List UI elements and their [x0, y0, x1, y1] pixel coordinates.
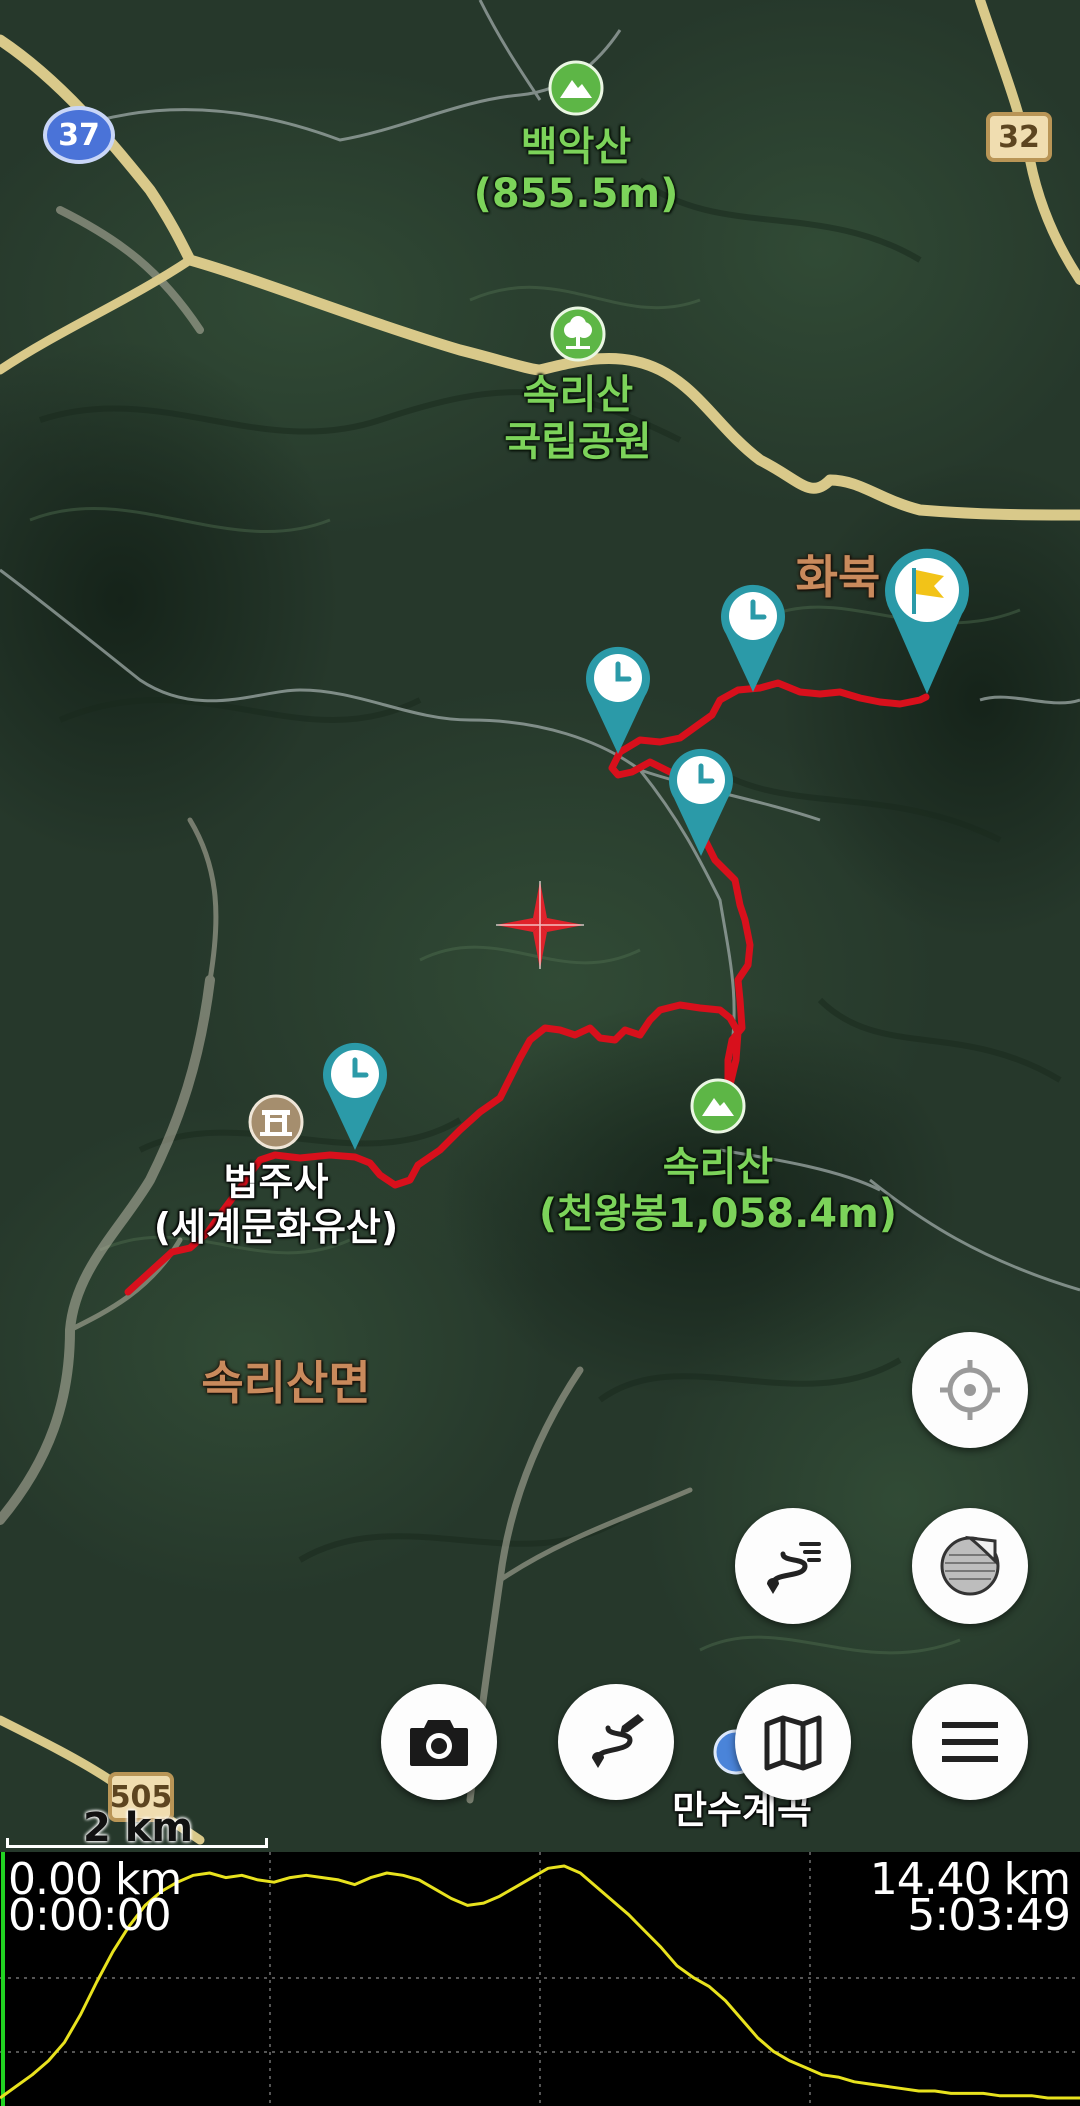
- map-type-button[interactable]: [735, 1684, 851, 1800]
- locate-button[interactable]: [912, 1332, 1028, 1448]
- draw-route-button[interactable]: [558, 1684, 674, 1800]
- waypoint-marker[interactable]: [666, 746, 736, 862]
- route-list-icon: [767, 1542, 821, 1594]
- peak-label-baegaksan: 백악산 (855.5m): [473, 124, 679, 218]
- park-label: 속리산 국립공원: [504, 372, 652, 466]
- area-label-songnisan-myeon: 속리산면: [201, 1356, 371, 1410]
- end-flag-marker[interactable]: [882, 546, 972, 700]
- park-tree-icon[interactable]: [550, 306, 606, 366]
- peak-icon[interactable]: [548, 60, 604, 120]
- locate-target-icon: [940, 1360, 1000, 1420]
- map-view[interactable]: 37 32 505 백악산 (855.5m) 속리산 국립공원 화북 법주사 (세계문…: [0, 0, 1080, 1852]
- peak-label-songnisan: 속리산 (천왕봉1,058.4m): [538, 1144, 898, 1238]
- start-time: 0:00:00: [8, 1890, 172, 1941]
- route-37-shield: 37: [43, 106, 115, 164]
- map-layer-peel-icon: [940, 1535, 1000, 1596]
- elevation-profile[interactable]: 0.00 km 0:00:00 14.40 km 5:03:49: [0, 1852, 1080, 2106]
- temple-icon[interactable]: [248, 1094, 304, 1154]
- temple-label-beopjusa: 법주사 (세계문화유산): [153, 1160, 399, 1249]
- layers-button[interactable]: [912, 1508, 1028, 1624]
- route-edit-icon: [592, 1714, 644, 1768]
- area-label-hwabuk: 화북: [795, 550, 881, 604]
- hamburger-menu-icon: [942, 1722, 998, 1762]
- map-fold-icon: [764, 1715, 822, 1771]
- camera-icon: [410, 1720, 468, 1766]
- waypoint-marker[interactable]: [583, 644, 653, 760]
- camera-button[interactable]: [381, 1684, 497, 1800]
- waypoint-marker[interactable]: [718, 582, 788, 698]
- route-32-shield: 32: [986, 112, 1052, 162]
- menu-button[interactable]: [912, 1684, 1028, 1800]
- peak-icon[interactable]: [690, 1078, 746, 1138]
- end-time: 5:03:49: [907, 1890, 1071, 1941]
- scale-bar: 2 km: [6, 1808, 270, 1852]
- track-list-button[interactable]: [735, 1508, 851, 1624]
- waypoint-marker[interactable]: [320, 1040, 390, 1156]
